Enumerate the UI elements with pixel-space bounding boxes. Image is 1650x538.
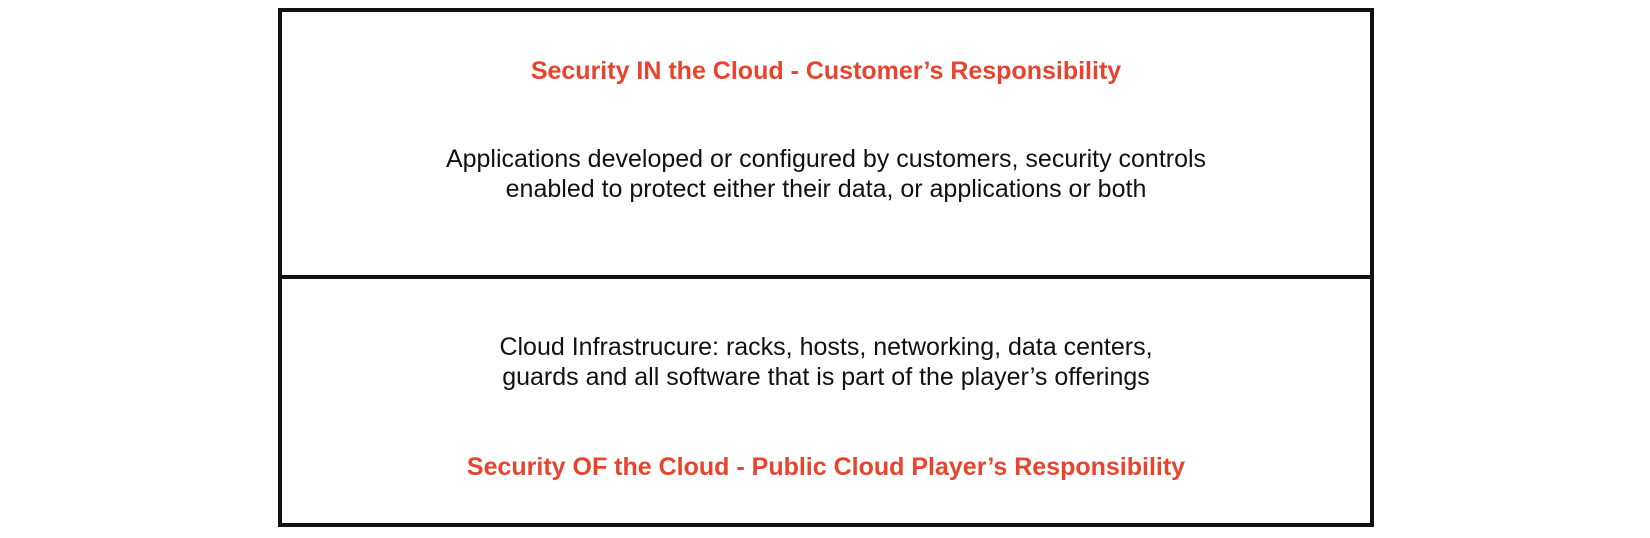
customer-responsibility-text-line-2: enabled to protect either their data, or… (505, 175, 1147, 203)
customer-responsibility-text-line-1: Applications developed or configured by … (445, 145, 1207, 173)
provider-responsibility-heading: Security OF the Cloud - Public Cloud Pla… (466, 453, 1186, 481)
provider-responsibility-panel: Cloud Infrastrucure: racks, hosts, netwo… (282, 279, 1370, 523)
provider-responsibility-text-line-1: Cloud Infrastrucure: racks, hosts, netwo… (499, 333, 1153, 361)
shared-responsibility-diagram: Security IN the Cloud - Customer’s Respo… (278, 8, 1374, 527)
provider-responsibility-text-line-2: guards and all software that is part of … (502, 363, 1150, 391)
customer-responsibility-heading: Security IN the Cloud - Customer’s Respo… (530, 57, 1122, 85)
customer-responsibility-panel: Security IN the Cloud - Customer’s Respo… (282, 12, 1370, 275)
